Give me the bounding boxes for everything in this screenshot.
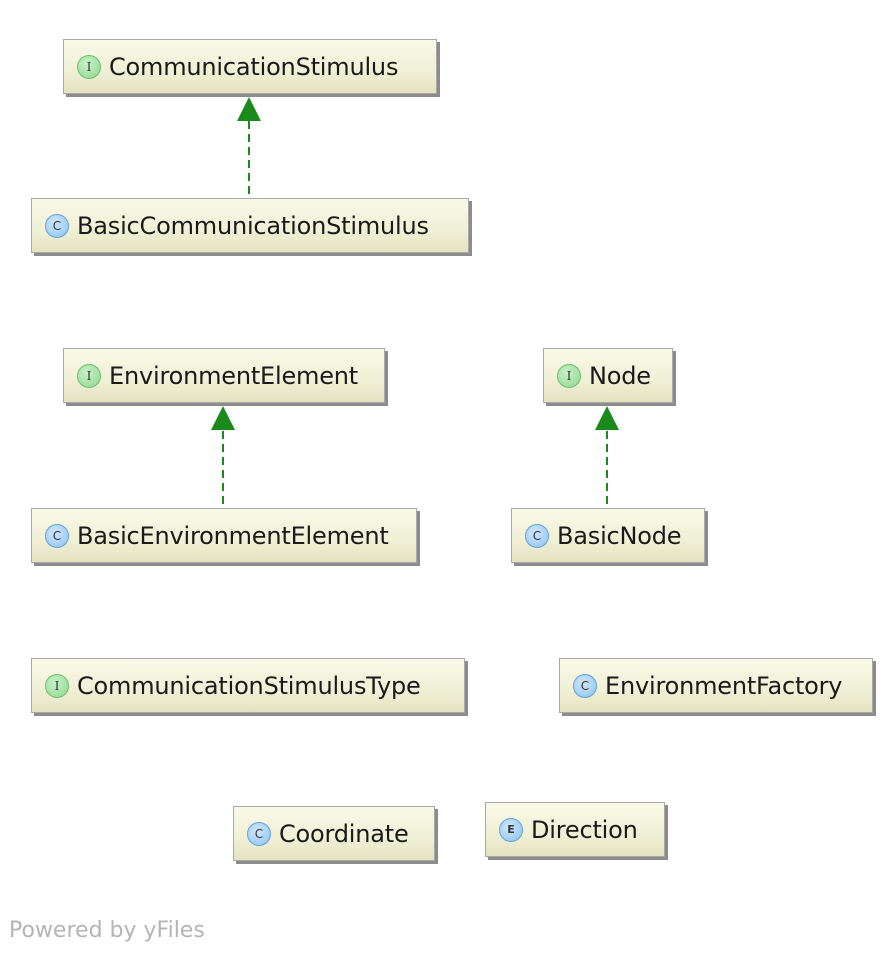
node-label: BasicNode: [557, 521, 682, 550]
node-environment-element[interactable]: I EnvironmentElement: [63, 348, 385, 403]
enum-icon: E: [499, 817, 523, 842]
node-label: EnvironmentElement: [109, 361, 359, 390]
interface-icon: I: [77, 363, 101, 388]
node-communication-stimulus-type[interactable]: I CommunicationStimulusType: [31, 658, 465, 713]
node-label: CommunicationStimulusType: [77, 671, 421, 700]
node-direction[interactable]: E Direction: [485, 802, 665, 857]
powered-by-label: Powered by yFiles: [9, 918, 205, 943]
class-icon: C: [573, 673, 597, 698]
node-communication-stimulus[interactable]: I CommunicationStimulus: [63, 39, 437, 94]
node-label: BasicEnvironmentElement: [77, 521, 389, 550]
edges-layer: [211, 97, 619, 504]
interface-icon: I: [77, 54, 101, 79]
class-icon: C: [45, 523, 69, 548]
arrowhead-icon: [237, 97, 261, 121]
node-label: Direction: [531, 815, 638, 844]
interface-icon: I: [557, 363, 581, 388]
node-label: CommunicationStimulus: [109, 52, 399, 81]
node-environment-factory[interactable]: C EnvironmentFactory: [559, 658, 873, 713]
class-icon: C: [525, 523, 549, 548]
interface-icon: I: [45, 673, 69, 698]
node-label: Coordinate: [279, 819, 409, 848]
node-label: Node: [589, 361, 651, 390]
node-coordinate[interactable]: C Coordinate: [233, 806, 435, 861]
node-label: BasicCommunicationStimulus: [77, 211, 429, 240]
class-icon: C: [45, 213, 69, 238]
arrowhead-icon: [211, 406, 235, 430]
node-label: EnvironmentFactory: [605, 671, 843, 700]
node-basic-communication-stimulus[interactable]: C BasicCommunicationStimulus: [31, 198, 469, 253]
node-basic-environment-element[interactable]: C BasicEnvironmentElement: [31, 508, 417, 563]
class-icon: C: [247, 821, 271, 846]
node-node[interactable]: I Node: [543, 348, 673, 403]
arrowhead-icon: [595, 406, 619, 430]
node-basic-node[interactable]: C BasicNode: [511, 508, 705, 563]
